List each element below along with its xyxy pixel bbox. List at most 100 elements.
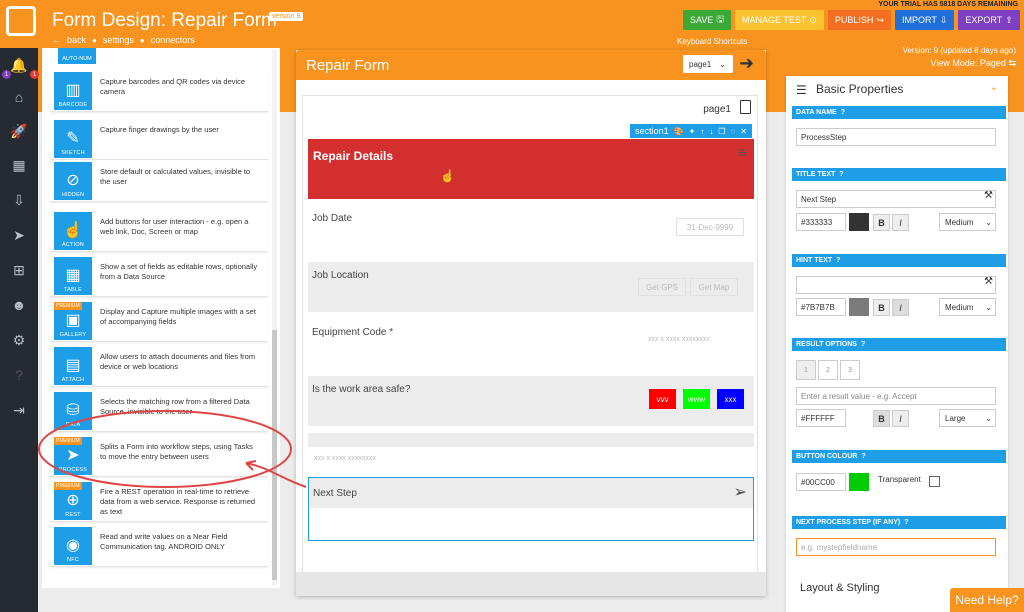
copy-icon[interactable]: ❐ — [718, 127, 725, 136]
result-value-input[interactable]: Enter a result value - e.g. Accept — [796, 387, 996, 405]
need-help-button[interactable]: Need Help? — [950, 588, 1024, 612]
layout-styling-section[interactable]: Layout & Styling — [800, 582, 880, 594]
component-tile[interactable]: ▦ TABLE — [54, 257, 92, 295]
back-link[interactable]: back — [67, 35, 86, 45]
comment-icon[interactable]: ◌ — [731, 127, 736, 136]
cogs-icon[interactable]: ⚙ — [10, 331, 28, 349]
bold-toggle[interactable]: B — [873, 410, 890, 427]
settings-link[interactable]: settings — [103, 35, 134, 45]
users-icon[interactable]: ☻ — [10, 296, 28, 314]
save-button[interactable]: SAVE 🖫 — [683, 10, 732, 30]
field-job-date[interactable]: Job Date 31-Dec-9999 — [308, 205, 754, 255]
get-map-button[interactable]: Get Map — [690, 278, 738, 296]
field-next-step[interactable]: Next Step ➢ — [308, 477, 754, 541]
palette-item-table[interactable]: ▦ TABLE Show a set of fields as editable r… — [50, 255, 268, 297]
palette-item-sketch[interactable]: ✎ SKETCH Capture finger drawings by the us… — [50, 118, 268, 160]
table-icon[interactable]: ▦ — [10, 156, 28, 174]
option-button[interactable]: www — [683, 389, 710, 409]
move-down-icon[interactable]: ↓ — [709, 127, 713, 136]
import-button[interactable]: IMPORT ⇩ — [894, 10, 955, 30]
keyboard-shortcuts-link[interactable]: Keyboard Shortcuts — [677, 37, 747, 46]
help-icon[interactable]: ? — [10, 366, 28, 384]
result-tab-3[interactable]: 3 — [840, 360, 860, 380]
download-icon[interactable]: ⇩ — [10, 191, 28, 209]
field-work-area-safe[interactable]: Is the work area safe? vvv www xxx — [308, 376, 754, 426]
field-equipment-code[interactable]: Equipment Code * xxx x xxxx xxxxxxxx — [308, 319, 754, 369]
result-size-select[interactable]: Large ⌄ — [939, 409, 996, 427]
palette-item-nfc[interactable]: ◉ NFC Read and write values on a Near Fiel… — [50, 525, 268, 567]
sitemap-icon[interactable]: ⊞ — [10, 261, 28, 279]
option-button[interactable]: vvv — [649, 389, 676, 409]
get-gps-button[interactable]: Get GPS — [638, 278, 686, 296]
help-icon[interactable]: ? — [904, 519, 908, 526]
publish-button[interactable]: PUBLISH ↪ — [827, 10, 891, 30]
data-name-input[interactable]: ProcessStep — [796, 128, 996, 146]
section-heading-block[interactable]: Repair Details ≡ ☝ — [308, 139, 754, 199]
help-icon[interactable]: ? — [836, 257, 840, 264]
component-tile[interactable]: ⊕ REST PREMIUM — [54, 482, 92, 520]
title-size-select[interactable]: Medium ⌄ — [939, 213, 996, 231]
help-icon[interactable]: ? — [839, 171, 843, 178]
help-icon[interactable]: ? — [841, 109, 845, 116]
equipment-code-input[interactable]: xxx x xxxx xxxxxxxx — [648, 336, 710, 343]
palette-item-gallery[interactable]: ▣ GALLERY PREMIUM Display and Capture multi… — [50, 300, 268, 342]
hint-text-input[interactable] — [796, 276, 996, 294]
component-tile[interactable]: ⛁ DATA — [54, 392, 92, 430]
palette-item-rest[interactable]: ⊕ REST PREMIUM Fire a REST operation in rea… — [50, 480, 268, 522]
palette-scroll-thumb[interactable] — [272, 330, 277, 580]
move-up-icon[interactable]: ↑ — [700, 127, 704, 136]
component-tile[interactable]: ▤ ATTACH — [54, 347, 92, 385]
option-button[interactable]: xxx — [717, 389, 744, 409]
help-icon[interactable]: ? — [861, 341, 865, 348]
palette-item-barcode[interactable]: ▥ BARCODE Capture barcodes and QR codes vi… — [50, 70, 268, 112]
transparent-checkbox[interactable] — [929, 476, 940, 487]
palette-icon[interactable]: 🎨 — [674, 127, 684, 136]
result-tab-1[interactable]: 1 — [796, 360, 816, 380]
next-page-arrow-icon[interactable]: ➜ — [739, 53, 754, 74]
bold-toggle[interactable]: B — [873, 299, 890, 316]
component-tile[interactable]: ⊘ HIDDEN — [54, 162, 92, 200]
page-icon[interactable] — [740, 100, 751, 114]
component-tile[interactable]: ✎ SKETCH — [54, 120, 92, 158]
close-icon[interactable]: ✕ — [740, 127, 747, 136]
field-blank-bar[interactable] — [308, 433, 754, 447]
field-blank[interactable]: xxx x xxxx xxxxxxxx — [308, 452, 754, 470]
app-logo[interactable] — [6, 6, 36, 36]
send-icon[interactable]: ➤ — [10, 226, 28, 244]
manage-test-button[interactable]: MANAGE TEST ⊙ — [735, 10, 824, 30]
job-date-input[interactable]: 31-Dec-9999 — [676, 218, 744, 236]
component-tile[interactable]: ◉ NFC — [54, 527, 92, 565]
wand-icon[interactable]: ⚒ — [984, 276, 993, 287]
field-job-location[interactable]: Job Location Get GPS Get Map — [308, 262, 754, 312]
palette-item-hidden[interactable]: ⊘ HIDDEN Store default or calculated value… — [50, 160, 268, 202]
palette-item-process[interactable]: ➤ PROCESS PREMIUM Splits a Form into workfl… — [50, 435, 268, 477]
palette-item-autonum[interactable]: AUTO-NUM — [58, 48, 96, 64]
component-tile[interactable]: ➤ PROCESS PREMIUM — [54, 437, 92, 475]
bold-toggle[interactable]: B — [873, 214, 890, 231]
bell-icon[interactable]: 🔔 — [10, 56, 28, 74]
italic-toggle[interactable]: I — [892, 410, 909, 427]
component-tile[interactable]: ▥ BARCODE — [54, 72, 92, 110]
button-colour-swatch[interactable] — [849, 473, 869, 491]
connectors-link[interactable]: connectors — [151, 35, 195, 45]
signout-icon[interactable]: ⇥ — [10, 401, 28, 419]
menu-icon[interactable]: ≡ — [738, 145, 746, 159]
export-button[interactable]: EXPORT ⇧ — [958, 10, 1020, 30]
palette-item-action[interactable]: ☝ ACTION Add buttons for user interaction … — [50, 210, 268, 252]
component-tile[interactable]: ☝ ACTION — [54, 212, 92, 250]
component-tile[interactable]: ▣ GALLERY PREMIUM — [54, 302, 92, 340]
palette-item-data[interactable]: ⛁ DATA Selects the matching row from a fil… — [50, 390, 268, 432]
home-icon[interactable]: ⌂ — [10, 88, 28, 106]
style-icon[interactable]: ✦ — [689, 127, 696, 136]
rocket-icon[interactable]: 🚀 — [10, 122, 28, 140]
italic-toggle[interactable]: I — [892, 214, 909, 231]
result-color-input[interactable]: #FFFFFF — [796, 409, 846, 427]
page-select[interactable]: page1 ⌄ — [683, 55, 733, 73]
help-icon[interactable]: ? — [861, 453, 865, 460]
title-text-input[interactable]: Next Step — [796, 190, 996, 208]
title-color-input[interactable]: #333333 — [796, 213, 846, 231]
italic-toggle[interactable]: I — [892, 299, 909, 316]
next-process-step-input[interactable]: e.g. mystepfieldname — [796, 538, 996, 556]
button-colour-input[interactable]: #00CC00 — [796, 473, 846, 491]
hint-color-input[interactable]: #7B7B7B — [796, 298, 846, 316]
